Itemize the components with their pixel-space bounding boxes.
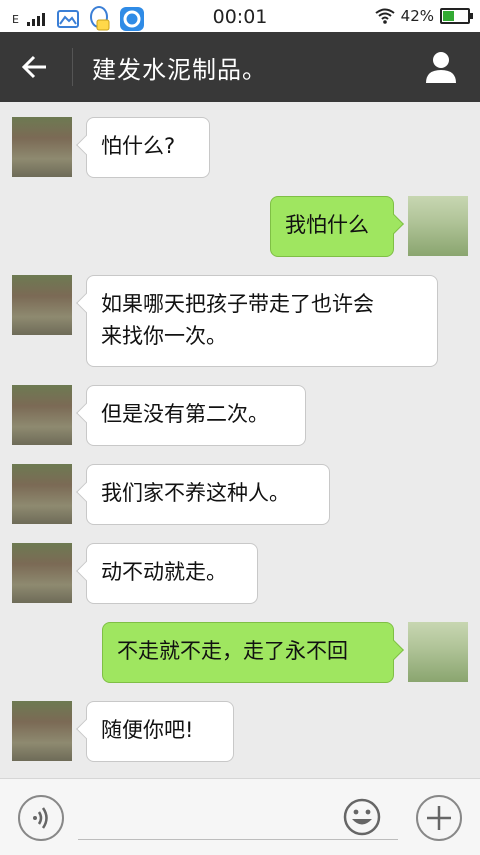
message-bubble[interactable]: 如果哪天把孩子带走了也许会 来找你一次。	[86, 275, 438, 367]
voice-button[interactable]	[18, 795, 64, 841]
header-divider	[72, 48, 73, 86]
smiley-icon[interactable]	[342, 797, 382, 837]
battery-fill	[443, 11, 454, 21]
self-avatar[interactable]	[408, 196, 468, 256]
contact-avatar[interactable]	[12, 464, 72, 524]
battery-percent: 42%	[400, 7, 434, 25]
chat-title: 建发水泥制品。	[92, 56, 267, 84]
contact-avatar[interactable]	[12, 701, 72, 761]
message-bubble[interactable]: 我们家不养这种人。	[86, 464, 330, 525]
message-bubble[interactable]: 我怕什么	[270, 196, 394, 257]
arrow-left-icon[interactable]	[20, 52, 50, 82]
input-bar	[0, 778, 480, 855]
wifi-icon	[375, 8, 395, 24]
message-bubble[interactable]: 但是没有第二次。	[86, 385, 306, 446]
person-icon[interactable]	[424, 50, 458, 84]
plus-icon	[427, 806, 451, 830]
battery-icon	[440, 8, 473, 24]
status-bar: E 00:01 42%	[0, 0, 480, 32]
message-bubble[interactable]: 随便你吧!	[86, 701, 234, 762]
status-right-icons: 42%	[375, 7, 473, 25]
message-input[interactable]	[78, 839, 398, 840]
more-button[interactable]	[416, 795, 462, 841]
contact-avatar[interactable]	[12, 543, 72, 603]
chat-header: 建发水泥制品。	[0, 32, 480, 102]
message-bubble[interactable]: 不走就不走，走了永不回	[102, 622, 394, 683]
contact-avatar[interactable]	[12, 385, 72, 445]
voice-icon	[33, 807, 48, 829]
message-list[interactable]: 怕什么? 我怕什么 如果哪天把孩子带走了也许会 来找你一次。 但是没有第二次。 …	[0, 102, 480, 778]
self-avatar[interactable]	[408, 622, 468, 682]
message-bubble[interactable]: 怕什么?	[86, 117, 210, 178]
contact-avatar[interactable]	[12, 117, 72, 177]
contact-avatar[interactable]	[12, 275, 72, 335]
message-bubble[interactable]: 动不动就走。	[86, 543, 258, 604]
